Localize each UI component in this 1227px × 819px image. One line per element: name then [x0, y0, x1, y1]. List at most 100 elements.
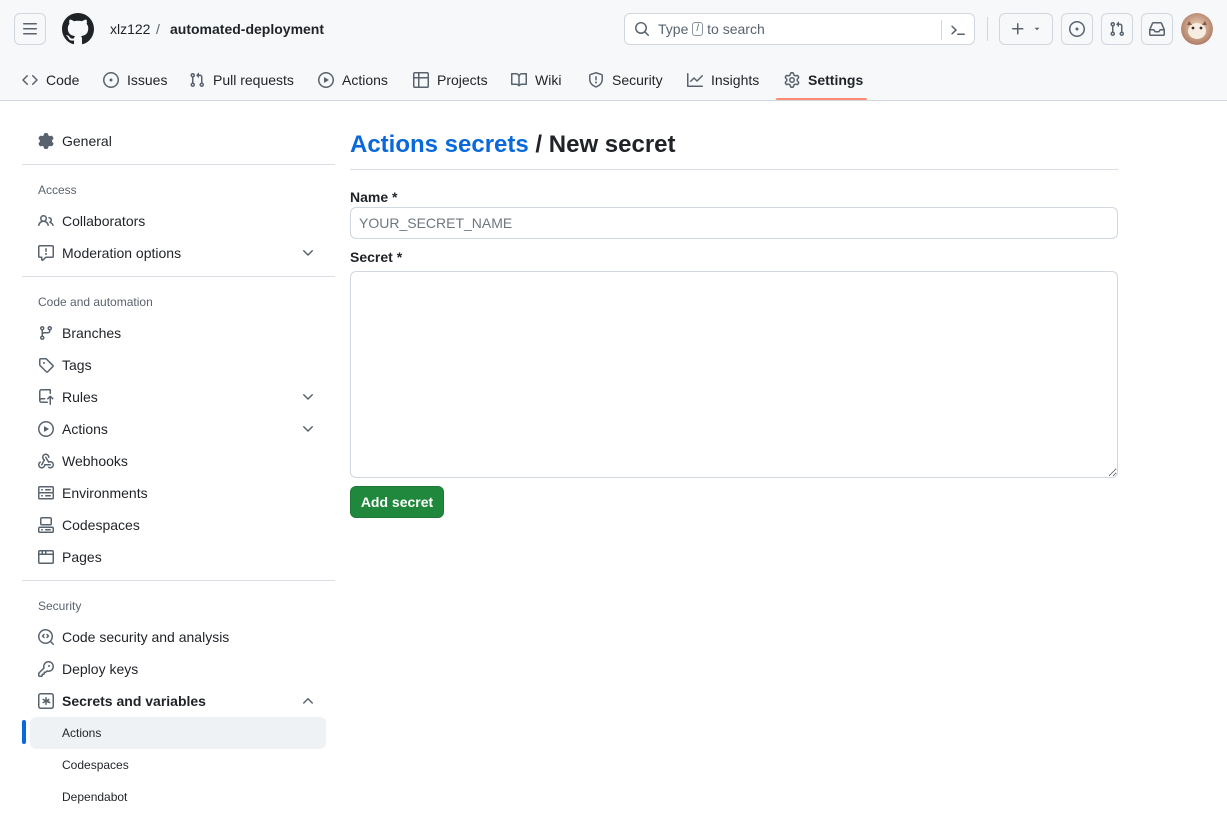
tab-pull-requests[interactable]: Pull requests [189, 58, 294, 101]
sidebar-subitem-codespaces[interactable]: Codespaces [30, 749, 326, 781]
code-icon [22, 74, 38, 85]
sidebar-divider [22, 580, 335, 581]
repo-name-link[interactable]: automated-deployment [170, 20, 324, 38]
sidebar-item-collaborators[interactable]: Collaborators [30, 205, 326, 237]
title-text: New secret [548, 131, 676, 158]
sidebar-item-tags[interactable]: Tags [30, 349, 326, 381]
repo-push-icon [39, 389, 54, 405]
search-prefix: Type [658, 21, 689, 37]
tab-code[interactable]: Code [22, 58, 79, 101]
inbox-button[interactable] [1141, 13, 1173, 45]
key-asterisk-icon [38, 693, 54, 709]
sidebar-item-rules[interactable]: Rules [30, 381, 326, 413]
sidebar-item-webhooks[interactable]: Webhooks [30, 445, 326, 477]
section-heading-code-and-automation: Code and automation [38, 295, 153, 309]
shield-icon [589, 71, 603, 88]
sidebar-item-code-security[interactable]: Code security and analysis [30, 621, 326, 653]
triangle-down-icon [1034, 27, 1040, 31]
sidebar-item-branches[interactable]: Branches [30, 317, 326, 349]
command-palette-icon[interactable] [950, 22, 966, 38]
title-separator: / [528, 131, 549, 158]
tab-label: Insights [711, 71, 760, 88]
tab-actions[interactable]: Actions [318, 58, 388, 101]
codespaces-icon [38, 517, 54, 533]
tab-label: Security [612, 71, 663, 88]
breadcrumb-separator: / [156, 21, 160, 37]
git-branch-icon [39, 326, 52, 341]
sidebar-item-actions[interactable]: Actions [30, 413, 326, 445]
tab-settings[interactable]: Settings [784, 58, 863, 101]
sidebar-item-general[interactable]: General [30, 125, 326, 157]
sidebar-item-pages[interactable]: Pages [30, 541, 326, 573]
tag-icon [39, 358, 54, 373]
plus-icon [1012, 23, 1024, 35]
sidebar-item-moderation-options[interactable]: Moderation options [30, 237, 326, 269]
repo-owner-link[interactable]: xlz122 [110, 20, 150, 38]
chevron-down-icon [303, 394, 313, 400]
actions-secrets-link[interactable]: Actions secrets [350, 131, 529, 158]
sidebar-item-label: Moderation options [62, 245, 182, 261]
browser-icon [38, 550, 54, 564]
play-icon [38, 421, 54, 437]
active-item-indicator [22, 720, 26, 744]
chevron-down-icon [303, 250, 313, 256]
app-header: xlz122 / automated-deployment Type / to … [0, 0, 1227, 101]
sidebar-item-label: Collaborators [62, 213, 146, 229]
tab-label: Actions [342, 71, 388, 88]
people-icon [38, 214, 54, 227]
tab-issues[interactable]: Issues [103, 58, 167, 101]
sidebar-item-secrets-and-variables[interactable]: Secrets and variables [30, 685, 326, 717]
add-secret-button[interactable]: Add secret [350, 486, 444, 518]
report-icon [38, 245, 54, 261]
gear-icon [784, 71, 800, 88]
sidebar-subitem-actions[interactable]: Actions [30, 717, 326, 749]
pull-requests-button[interactable] [1101, 13, 1133, 45]
tab-security[interactable]: Security [588, 58, 663, 101]
tab-insights[interactable]: Insights [687, 58, 759, 101]
sidebar-item-label: Rules [62, 389, 98, 405]
inbox-icon [1149, 22, 1165, 36]
create-new-button[interactable] [999, 13, 1053, 45]
sidebar-subitem-dependabot[interactable]: Dependabot [30, 781, 326, 813]
section-heading-access: Access [38, 183, 77, 197]
name-label: Name * [350, 189, 398, 205]
gear-icon [38, 133, 54, 149]
menu-button[interactable] [14, 13, 46, 45]
tab-projects[interactable]: Projects [413, 58, 488, 101]
tab-label: Projects [437, 71, 488, 88]
sidebar-item-label: Secrets and variables [62, 693, 206, 709]
book-icon [511, 72, 527, 86]
tab-label: Pull requests [213, 71, 294, 88]
header-divider [987, 17, 988, 41]
sidebar-item-label: Environments [62, 485, 148, 501]
secret-value-textarea[interactable] [350, 271, 1118, 478]
sidebar-item-label: Deploy keys [62, 661, 139, 677]
tab-wiki[interactable]: Wiki [511, 58, 561, 101]
chevron-up-icon [303, 698, 313, 704]
repo-nav-tabs: Code Issues Pull requests Actions Projec… [0, 58, 1227, 101]
sidebar-item-label: Codespaces [62, 517, 140, 533]
codescan-icon [38, 629, 54, 645]
graph-icon [687, 72, 703, 87]
page-title: Actions secrets / New secret [350, 130, 676, 160]
sidebar-item-label: Pages [62, 549, 102, 565]
sidebar-item-label: Branches [62, 325, 122, 341]
section-heading-security: Security [38, 599, 82, 613]
server-icon [38, 486, 54, 500]
tab-label: Code [46, 71, 80, 88]
search-input[interactable]: Type / to search [624, 13, 975, 45]
issues-button[interactable] [1061, 13, 1093, 45]
sidebar-item-label: General [62, 133, 112, 149]
secret-label: Secret * [350, 249, 403, 265]
top-bar: xlz122 / automated-deployment Type / to … [0, 0, 1227, 58]
sidebar-item-environments[interactable]: Environments [30, 477, 326, 509]
tab-label: Issues [127, 71, 168, 88]
sidebar-item-deploy-keys[interactable]: Deploy keys [30, 653, 326, 685]
secret-name-input[interactable] [350, 207, 1118, 239]
github-logo-icon[interactable] [62, 13, 94, 45]
pull-request-icon [190, 72, 205, 87]
tab-label: Wiki [535, 71, 562, 88]
table-icon [413, 71, 429, 88]
user-avatar[interactable] [1181, 13, 1213, 45]
sidebar-item-codespaces[interactable]: Codespaces [30, 509, 326, 541]
